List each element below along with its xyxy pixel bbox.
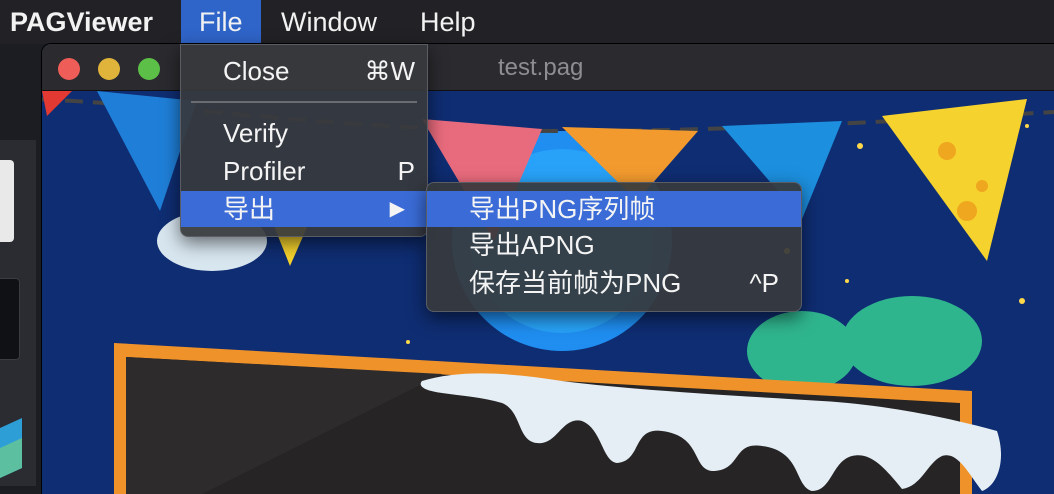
menu-item-close[interactable]: Close ⌘W [181, 53, 427, 89]
menu-item-label: 导出APNG [469, 230, 595, 260]
menu-item-export[interactable]: 导出 ▶ [181, 191, 427, 227]
menu-item-label: 导出 [223, 194, 276, 224]
dock-app-icon[interactable] [0, 278, 20, 360]
menu-help[interactable]: Help [402, 0, 494, 44]
shortcut-label: ⌘W [364, 56, 415, 86]
menu-window[interactable]: Window [263, 0, 395, 44]
menu-item-label: 导出PNG序列帧 [469, 194, 656, 224]
app-menu[interactable]: PAGViewer [0, 0, 171, 44]
dock-app-icon[interactable] [0, 160, 14, 242]
file-menu: Close ⌘W Verify Profiler P 导出 ▶ [180, 44, 428, 237]
menu-item-profiler[interactable]: Profiler P [181, 153, 427, 189]
menu-item-save-current-frame-png[interactable]: 保存当前帧为PNG ^P [427, 265, 801, 301]
export-submenu: 导出PNG序列帧 导出APNG 保存当前帧为PNG ^P [426, 182, 802, 312]
menu-item-export-png-sequence[interactable]: 导出PNG序列帧 [427, 191, 801, 227]
menu-item-label: Close [223, 56, 290, 86]
dock-app-icon[interactable] [0, 418, 22, 478]
menu-separator [191, 101, 417, 103]
shortcut-label: P [397, 156, 415, 186]
menu-file[interactable]: File [181, 0, 261, 44]
menu-item-label: 保存当前帧为PNG [469, 268, 682, 298]
maximize-window-button[interactable] [138, 58, 160, 80]
menu-item-label: Verify [223, 118, 289, 148]
menu-item-verify[interactable]: Verify [181, 115, 427, 151]
menu-item-export-apng[interactable]: 导出APNG [427, 227, 801, 263]
minimize-window-button[interactable] [98, 58, 120, 80]
menu-item-label: Profiler [223, 156, 306, 186]
shortcut-label: ^P [749, 268, 779, 298]
window-title: test.pag [498, 54, 584, 81]
menu-bar: PAGViewer File Window Help [0, 0, 1054, 44]
close-window-button[interactable] [58, 58, 80, 80]
submenu-arrow-icon: ▶ [389, 198, 405, 220]
